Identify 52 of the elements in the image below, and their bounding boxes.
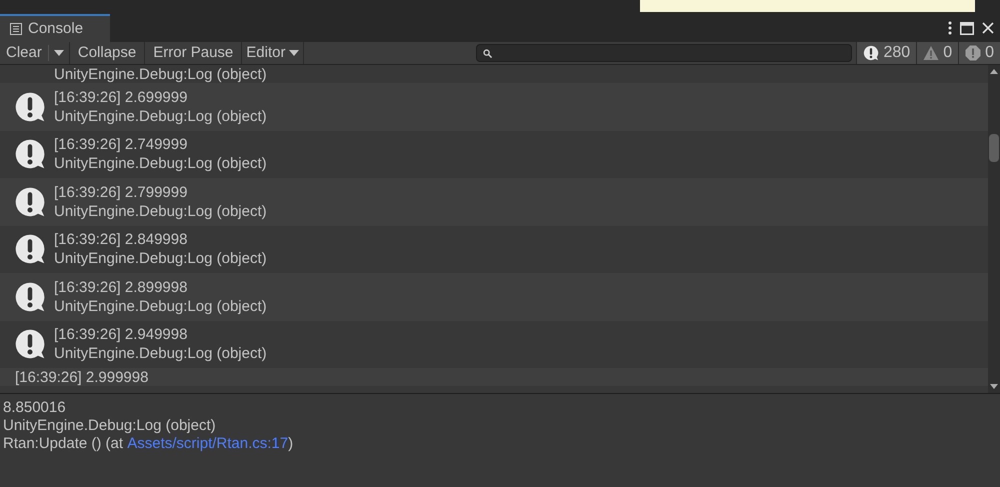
log-message: [16:39:26] 2.749999 [54,135,188,154]
list-icon [10,23,22,35]
log-source: UnityEngine.Debug:Log (object) [54,249,267,268]
stack-trace-text: ) [288,435,294,453]
log-message: [16:39:26] 2.949998 [54,325,188,344]
error-icon [965,45,982,61]
log-source: UnityEngine.Debug:Log (object) [54,202,267,221]
log-row[interactable]: [16:39:26] 2.999998 [0,368,988,386]
log-icon [14,186,46,218]
log-source: UnityEngine.Debug:Log (object) [54,296,267,316]
log-icon [863,45,880,61]
log-icon [14,138,46,170]
stack-trace-text: Rtan:Update () (at [3,435,124,453]
log-message: [16:39:26] 2.899998 [54,278,188,297]
caret-icon [54,50,64,56]
search-field[interactable] [476,44,852,62]
scrollbar-thumb[interactable] [989,134,999,162]
scroll-up-arrow-icon[interactable] [990,69,998,74]
editor-dropdown[interactable]: Editor [241,42,304,64]
log-row[interactable]: [16:39:26] 2.699999 UnityEngine.Debug:Log (object) [0,83,988,130]
log-message: [16:39:26] 2.999998 [15,368,148,386]
warning-icon [923,45,940,61]
log-message: [16:39:26] 2.799999 [54,182,188,202]
collapse-button[interactable]: Collapse [68,42,144,64]
more-icon[interactable] [948,21,952,35]
log-message: [16:39:26] 2.849998 [54,230,188,250]
log-icon [14,280,46,313]
detail-line: 8.850016 [3,399,67,417]
log-source: UnityEngine.Debug:Log (object) [54,106,267,126]
clear-button[interactable]: Clear [0,42,48,64]
error-pause-button[interactable]: Error Pause [144,42,242,64]
caret-icon [289,50,300,56]
scrollbar[interactable] [988,65,1000,393]
error-filter-toggle[interactable]: 0 [958,42,1000,64]
search-icon [483,48,492,58]
close-icon[interactable] [982,22,994,34]
log-icon [14,233,46,266]
log-row[interactable]: [16:39:26] 2.799999 UnityEngine.Debug:Log (object) [0,178,988,226]
console-tab[interactable]: Console [0,14,110,42]
maximize-icon[interactable] [960,22,974,34]
scroll-down-arrow-icon[interactable] [990,384,998,389]
log-source: UnityEngine.Debug:Log (object) [53,65,267,84]
log-filter-toggle[interactable]: 280 [856,42,916,64]
log-source: UnityEngine.Debug:Log (object) [54,344,267,364]
log-message: [16:39:26] 2.699999 [54,88,188,107]
log-source: UnityEngine.Debug:Log (object) [54,154,267,174]
detail-line: UnityEngine.Debug:Log (object) [3,417,217,435]
log-icon [14,328,46,360]
log-row[interactable]: [16:39:26] 2.899998 UnityEngine.Debug:Log (object) [0,273,988,320]
warning-filter-toggle[interactable]: 0 [916,42,958,64]
log-icon [14,90,46,123]
source-link[interactable]: Assets/script/Rtan.cs:17 [127,435,288,453]
